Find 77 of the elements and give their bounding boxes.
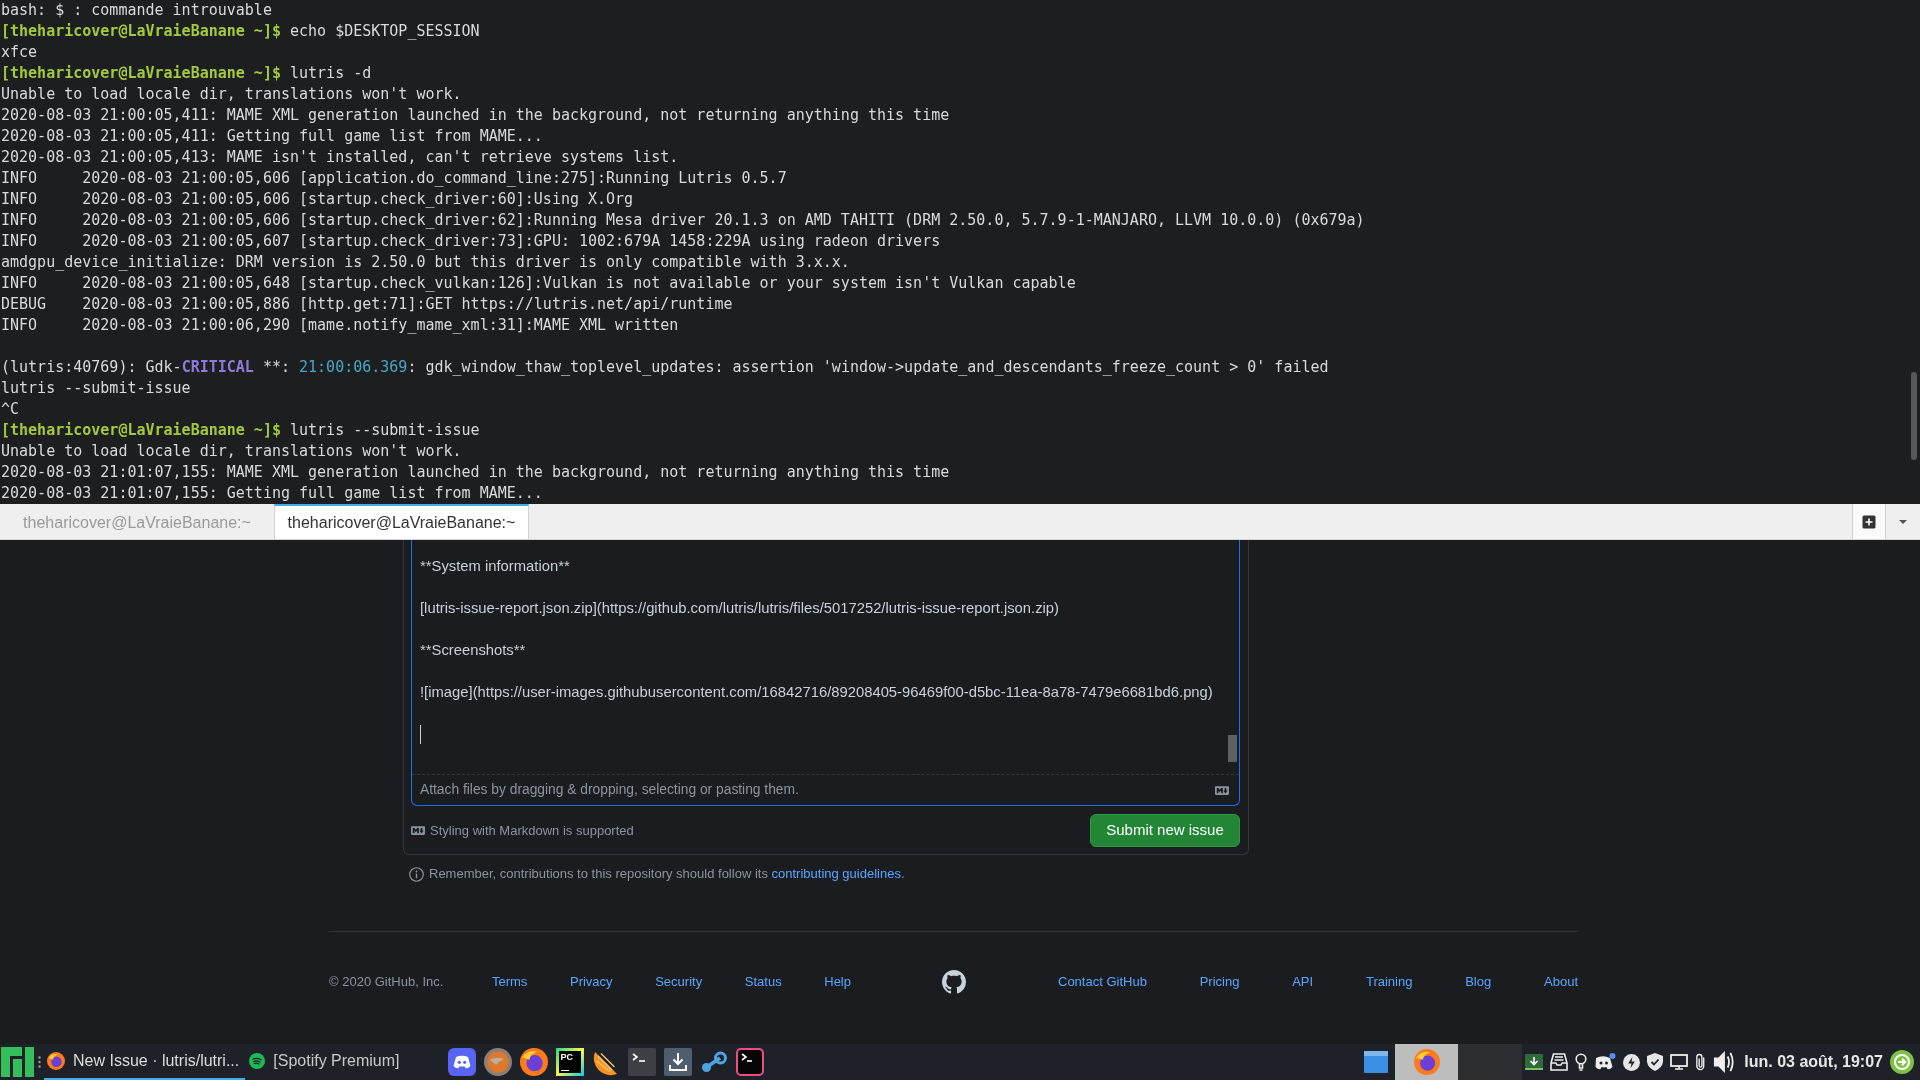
browser-icon [47, 1052, 65, 1070]
ring-icon[interactable] [483, 1048, 512, 1076]
terminal-line: INFO 2020-08-03 21:00:05,648 [startup.check_vulkan:126]:Vulkan is not available or your system isn't Vulkan capable [1, 273, 1077, 294]
terminal-line: xfce [1, 42, 39, 63]
terminal-line: INFO 2020-08-03 21:00:05,606 [startup.check_driver:62]:Running Mesa driver 20.1.3 on AMD TAHITI (DRM 2.50.0, 5.7.9-1-MANJARO, LLVM 10.0.0) (0x679a) [1, 210, 1366, 231]
scrollbar-thumb[interactable] [1911, 372, 1917, 460]
terminal-line: 2020-08-03 21:01:07,155: Getting full game list from MAME... [1, 483, 544, 504]
submit-button[interactable]: Submit new issue [1090, 814, 1240, 847]
ide-app-icon[interactable]: PC [555, 1048, 584, 1076]
terminal-line: 2020-08-03 21:00:05,411: MAME XML generation launched in the background, not returning anything this time [1, 105, 951, 126]
text-cursor-icon [420, 725, 421, 744]
attach-hint: Attach files by dragging & dropping, selecting or pasting them. [420, 780, 799, 799]
footer-link[interactable]: Blog [1465, 972, 1492, 992]
footer-link[interactable]: API [1292, 972, 1314, 992]
paperclip-icon[interactable] [1695, 1052, 1707, 1072]
markdown-icon [411, 826, 425, 835]
footer-link[interactable]: Contact GitHub [1058, 972, 1147, 992]
footer-link[interactable]: Terms [491, 972, 528, 992]
terminal-line: lutris --submit-issue [1, 378, 192, 399]
markdown-note: Styling with Markdown is supported [430, 821, 634, 840]
circle-waves-icon [249, 1053, 266, 1069]
terminal-line: amdgpu_device_initialize: DRM version is 2.50.0 but this driver is only compatible with 3.x.x. [1, 252, 851, 273]
info-icon [409, 866, 424, 882]
attach-bar[interactable]: Attach files by dragging & dropping, selecting or pasting them. [412, 774, 1239, 805]
grip-icon[interactable] [38, 1056, 41, 1068]
footer-link[interactable]: Status [744, 972, 782, 992]
footer-link[interactable]: Security [655, 972, 703, 992]
scrollbar-thumb[interactable] [1228, 735, 1237, 762]
taskbar-task[interactable]: [Spotify Premium] [245, 1044, 410, 1080]
new-tab-button[interactable] [1852, 504, 1886, 539]
terminal-line: DEBUG 2020-08-03 21:00:05,886 [http.get:71]:GET https://lutris.net/api/runtime [1, 294, 734, 315]
footer-link[interactable]: Pricing [1199, 972, 1240, 992]
clock[interactable]: lun. 03 août, 19:07 [1744, 1050, 1883, 1074]
terminal-line: (lutris:40769): Gdk-CRITICAL **: 21:00:06.369: gdk_window_thaw_toplevel_updates: assertion 'window->update_and_descendants_freeze_count > 0' failed [1, 357, 1330, 378]
footer-link[interactable]: Privacy [569, 972, 613, 992]
monitor-icon[interactable] [1670, 1054, 1689, 1070]
terminal-line: INFO 2020-08-03 21:00:05,606 [startup.check_driver:60]:Using X.Org [1, 189, 635, 210]
terminal-line: INFO 2020-08-03 21:00:05,607 [startup.check_driver:73]:GPU: 1002:679A 1458:229A using radeon drivers [1, 231, 942, 252]
terminal-line: 2020-08-03 21:01:07,155: MAME XML generation launched in the background, not returning anything this time [1, 462, 951, 483]
inbox-icon[interactable] [1550, 1053, 1569, 1071]
workspace-button[interactable] [1395, 1044, 1459, 1080]
browser-icon[interactable] [519, 1048, 548, 1076]
caret-icon [1899, 519, 1907, 524]
download-icon[interactable] [663, 1048, 692, 1076]
terminal-line: Unable to load locale dir, translations won't work. [1, 441, 463, 462]
speaker-icon[interactable] [1713, 1050, 1736, 1074]
terminal-icon[interactable] [627, 1048, 656, 1076]
terminal-line: [theharicover@LaVraieBanane ~]$ lutris -d [1, 63, 373, 84]
terminal-line: INFO 2020-08-03 21:00:06,290 [mame.notify_mame_xml:31]:MAME XML written [1, 315, 680, 336]
terminal-icon[interactable] [735, 1048, 764, 1076]
footer-link[interactable]: About [1544, 972, 1578, 992]
copyright-text: © 2020 GitHub, Inc. [329, 973, 444, 992]
terminal-line: ^C [1, 399, 21, 420]
guidelines-note: Remember, contributions to this repository should follow its contributing guidelines. [429, 865, 905, 884]
guidelines-link[interactable]: contributing guidelines [771, 866, 901, 882]
terminal-tab[interactable]: theharicover@LaVraieBanane:~ [274, 504, 529, 539]
terminal-line: [theharicover@LaVraieBanane ~]$ echo $DESKTOP_SESSION [1, 21, 481, 42]
gamepad-icon[interactable] [447, 1048, 476, 1076]
terminal-line: 2020-08-03 21:00:05,413: MAME isn't installed, can't retrieve systems list. [1, 147, 680, 168]
plus-square-icon [1862, 514, 1876, 529]
terminal-line: Unable to load locale dir, translations won't work. [1, 84, 463, 105]
lightbulb-icon[interactable] [1575, 1053, 1588, 1071]
cat-logo-icon[interactable] [942, 970, 966, 994]
grid-logo-icon[interactable] [0, 1047, 34, 1077]
window-icon[interactable] [1364, 1051, 1389, 1073]
arrow-circle-icon[interactable] [1890, 1050, 1914, 1074]
footer-link[interactable]: Help [824, 972, 851, 992]
gamepad-icon[interactable] [1594, 1053, 1617, 1071]
terminal-line: bash: $ : commande introuvable [1, 0, 273, 21]
markdown-icon [1215, 785, 1229, 795]
shield-check-icon[interactable] [1647, 1053, 1664, 1071]
terminal-line: [theharicover@LaVraieBanane ~]$ lutris --submit-issue [1, 420, 481, 441]
bolt-circle-icon[interactable] [1623, 1053, 1641, 1071]
taskbar-task[interactable]: New Issue · lutris/lutri... [44, 1044, 246, 1080]
terminal-line: 2020-08-03 21:00:05,411: Getting full game list from MAME... [1, 126, 544, 147]
footer-link[interactable]: Training [1365, 972, 1413, 992]
terminal-line: INFO 2020-08-03 21:00:05,606 [application.do_command_line:275]:Running Lutris 0.5.7 [1, 168, 788, 189]
